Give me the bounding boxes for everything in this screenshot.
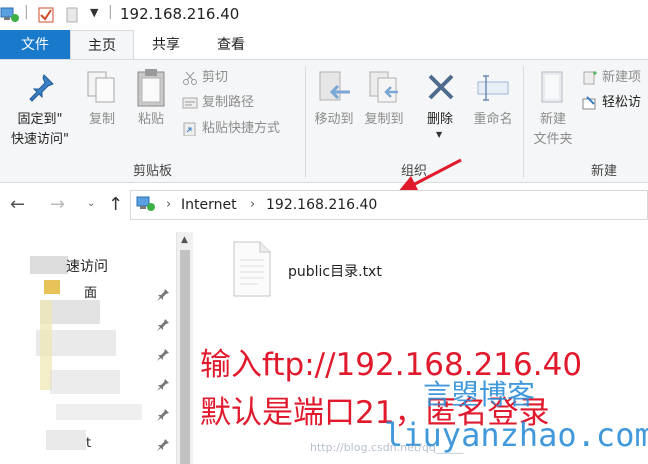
blurred-nav-item-5 xyxy=(46,430,86,450)
easy-access-icon xyxy=(582,95,596,109)
properties-check-icon[interactable] xyxy=(38,7,54,23)
scroll-up-icon[interactable]: ▲ xyxy=(176,232,193,248)
quick-access-dropdown-icon[interactable]: ▼ xyxy=(90,6,98,19)
pin-icon xyxy=(29,74,54,102)
new-folder-button[interactable]: 新建 文件夹 xyxy=(528,68,578,154)
move-to-icon xyxy=(319,71,350,101)
paste-shortcut-icon xyxy=(183,122,196,136)
new-item-icon xyxy=(583,70,597,84)
pin-label-line1: 固定到" xyxy=(17,112,63,127)
pin-icon[interactable] xyxy=(156,348,170,362)
pin-quick-access-button[interactable]: 固定到" 快速访问" xyxy=(2,68,78,154)
copy-to-label: 复制到 xyxy=(364,112,404,127)
nav-quick-access[interactable]: 速访问 xyxy=(66,256,108,276)
blurred-nav-item-3 xyxy=(50,370,120,394)
scissors-icon xyxy=(183,71,197,85)
tab-share[interactable]: 共享 xyxy=(134,30,198,60)
copy-path-label: 复制路径 xyxy=(202,95,255,110)
delete-button[interactable]: 删除 ▼ xyxy=(416,68,464,139)
rename-icon xyxy=(477,75,509,101)
delete-label: 删除 xyxy=(426,112,453,127)
pin-icon[interactable] xyxy=(156,438,170,452)
pin-icon[interactable] xyxy=(156,318,170,332)
delete-x-icon xyxy=(428,74,454,100)
back-button[interactable]: ← xyxy=(10,196,25,214)
move-to-button[interactable]: 移动到 xyxy=(310,68,358,138)
forward-button[interactable]: → xyxy=(50,196,65,214)
cut-label: 剪切 xyxy=(202,70,229,85)
blurred-nav-item-4 xyxy=(56,404,142,420)
text-file-icon xyxy=(233,241,271,297)
paste-shortcut-button[interactable]: 粘贴快捷方式 xyxy=(182,119,280,139)
clipboard-icon xyxy=(137,69,165,107)
cut-button[interactable]: 剪切 xyxy=(182,68,228,88)
window-title: 192.168.216.40 xyxy=(120,5,240,23)
paste-shortcut-label: 粘贴快捷方式 xyxy=(202,121,281,136)
watermark-site-cn: 言曌博客 xyxy=(423,378,536,411)
new-folder-label-line2: 文件夹 xyxy=(533,132,573,147)
new-folder-quick-icon[interactable] xyxy=(64,7,80,23)
copy-path-button[interactable]: 复制路径 xyxy=(182,93,254,113)
breadcrumb-host[interactable]: 192.168.216.40 xyxy=(266,197,377,213)
copy-icon xyxy=(87,71,115,103)
breadcrumb-internet[interactable]: Internet xyxy=(181,197,237,213)
delete-dropdown-icon[interactable]: ▼ xyxy=(436,130,442,139)
quick-access-icon xyxy=(30,256,68,274)
pin-icon[interactable] xyxy=(156,408,170,422)
watermark-blog-url: http://blog.csdn.net/qq_____ xyxy=(310,441,464,454)
breadcrumb-chevron-icon[interactable]: › xyxy=(166,197,171,212)
new-folder-label-line1: 新建 xyxy=(539,112,566,127)
nav-item-partial[interactable]: 面 xyxy=(84,282,97,301)
paste-button[interactable]: 粘贴 xyxy=(128,68,174,138)
tab-home[interactable]: 主页 xyxy=(70,30,134,60)
title-separator-2: | xyxy=(108,4,113,20)
tab-file[interactable]: 文件 xyxy=(0,30,70,60)
easy-access-button[interactable]: 轻松访 xyxy=(582,93,641,113)
pin-label-line2: 快速访问" xyxy=(11,132,69,147)
easy-access-label: 轻松访 xyxy=(602,95,642,110)
recent-locations-dropdown-icon[interactable]: ⌄ xyxy=(87,198,95,209)
copy-button[interactable]: 复制 xyxy=(80,68,124,138)
paste-label: 粘贴 xyxy=(137,112,164,127)
clipboard-group-label: 剪贴板 xyxy=(132,164,172,179)
new-item-button[interactable]: 新建项 xyxy=(582,68,641,88)
copy-to-button[interactable]: 复制到 xyxy=(360,68,408,138)
network-location-icon xyxy=(136,196,155,211)
pin-icon[interactable] xyxy=(156,378,170,392)
tab-view[interactable]: 查看 xyxy=(198,30,264,60)
title-separator: | xyxy=(24,4,29,20)
up-button[interactable]: ↑ xyxy=(108,196,123,214)
rename-button[interactable]: 重命名 xyxy=(466,68,520,138)
new-folder-icon xyxy=(541,71,563,103)
scroll-thumb[interactable] xyxy=(180,250,190,464)
breadcrumb-chevron-icon-2[interactable]: › xyxy=(250,197,255,212)
rename-label: 重命名 xyxy=(473,112,513,127)
network-computer-icon xyxy=(0,7,19,22)
folder-icon xyxy=(44,280,60,294)
copy-path-icon xyxy=(182,97,198,108)
nav-item-partial-2[interactable]: t xyxy=(86,436,91,451)
copy-to-icon xyxy=(369,71,398,103)
move-to-label: 移动到 xyxy=(314,112,354,127)
copy-label: 复制 xyxy=(88,112,115,127)
pin-icon[interactable] xyxy=(156,288,170,302)
new-group-label: 新建 xyxy=(590,164,617,179)
new-item-label: 新建项 xyxy=(602,70,642,85)
file-name[interactable]: public目录.txt xyxy=(288,261,382,281)
